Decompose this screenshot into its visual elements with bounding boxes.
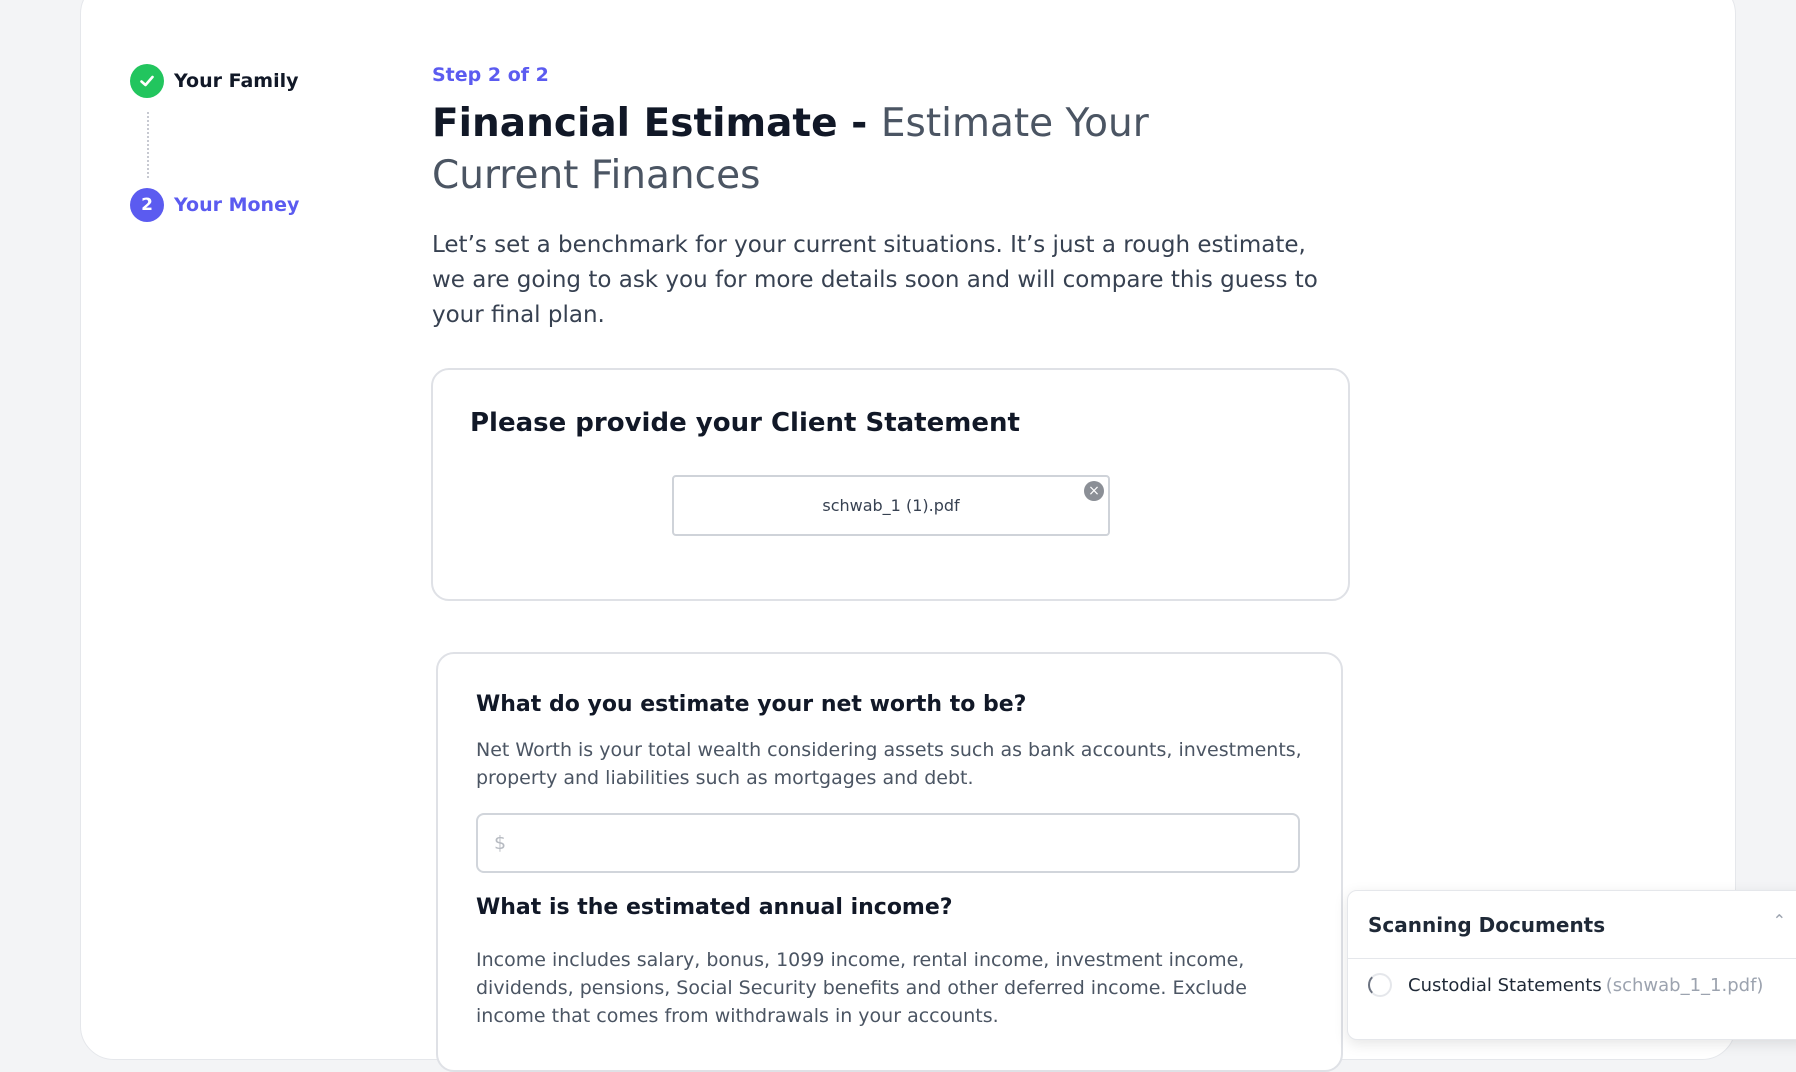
page-title: Financial Estimate - Estimate Your Curre… — [432, 98, 1232, 202]
income-question: What is the estimated annual income? — [476, 895, 953, 920]
step-number-badge: 2 — [130, 188, 164, 222]
step-label: Your Money — [174, 194, 300, 216]
file-name: schwab_1 (1).pdf — [822, 496, 960, 515]
step-connector — [147, 112, 149, 178]
check-icon — [130, 64, 164, 98]
title-strong: Financial Estimate - — [432, 101, 881, 146]
scan-item: Custodial Statements (schwab_1_1.pdf) — [1348, 959, 1796, 1011]
net-worth-help: Net Worth is your total wealth consideri… — [476, 739, 1302, 789]
scan-file-name: (schwab_1_1.pdf) — [1605, 974, 1764, 996]
scan-panel-header[interactable]: Scanning Documents — [1348, 891, 1796, 959]
scanning-documents-panel: Scanning Documents ⌃ Custodial Statement… — [1347, 890, 1796, 1040]
main-content: Step 2 of 2 Financial Estimate - Estimat… — [432, 64, 1332, 333]
intro-text: Let’s set a benchmark for your current s… — [432, 232, 1318, 328]
uploaded-file[interactable]: schwab_1 (1).pdf × — [672, 475, 1110, 536]
step-your-family[interactable]: Your Family — [130, 64, 298, 98]
scan-panel-title: Scanning Documents — [1368, 912, 1606, 937]
income-help: Income includes salary, bonus, 1099 inco… — [476, 949, 1247, 1027]
scan-doc-type: Custodial Statements — [1408, 974, 1602, 996]
estimate-card: What do you estimate your net worth to b… — [436, 652, 1343, 1072]
step-indicator: Step 2 of 2 — [432, 64, 549, 86]
statement-heading: Please provide your Client Statement — [470, 408, 1020, 438]
net-worth-question: What do you estimate your net worth to b… — [476, 692, 1027, 717]
spinner-icon — [1368, 973, 1392, 997]
client-statement-card: Please provide your Client Statement sch… — [431, 368, 1350, 601]
step-label: Your Family — [174, 70, 299, 92]
chevron-up-icon[interactable]: ⌃ — [1773, 911, 1786, 930]
step-your-money[interactable]: 2 Your Money — [130, 188, 299, 222]
close-circle-icon[interactable]: × — [1084, 481, 1104, 501]
net-worth-input[interactable] — [476, 813, 1300, 873]
